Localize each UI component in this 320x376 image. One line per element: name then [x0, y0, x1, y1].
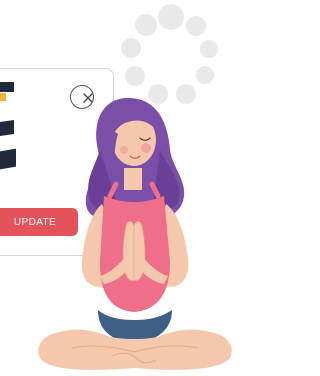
cheek — [120, 146, 128, 154]
cheek — [141, 143, 151, 153]
onboarding-illustration-panel: UPDATE — [0, 0, 245, 376]
woman-meditating-illustration — [38, 98, 232, 370]
neck — [124, 168, 142, 190]
